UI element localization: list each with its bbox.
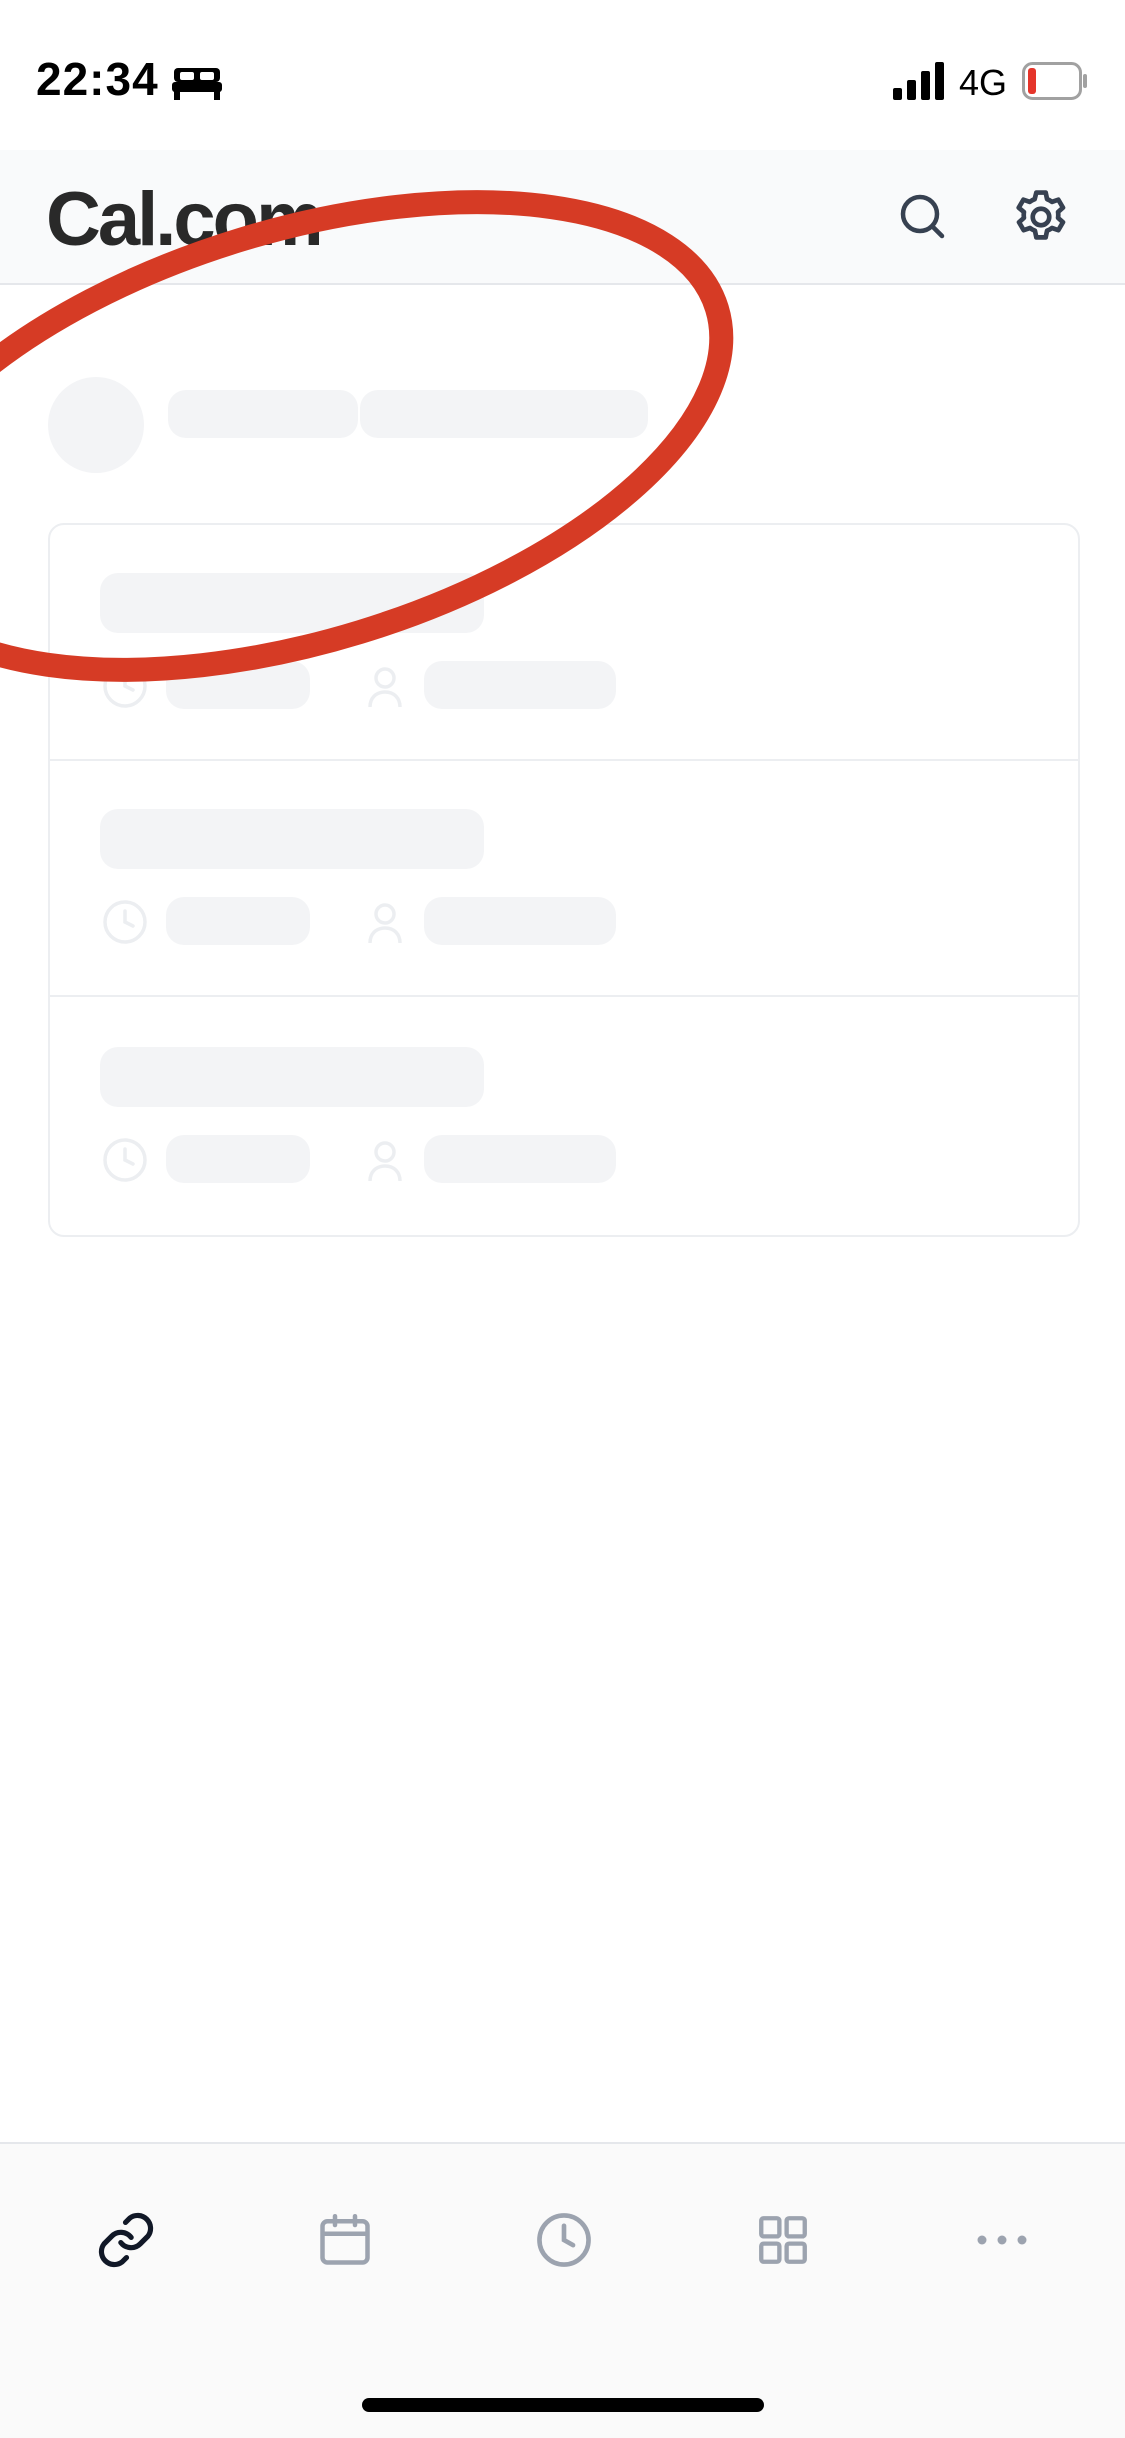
nav-event-types[interactable] <box>78 2192 174 2288</box>
title-skeleton <box>100 1047 484 1107</box>
attendee-skeleton <box>424 1135 616 1183</box>
nav-more[interactable] <box>954 2192 1050 2288</box>
user-icon <box>368 667 402 708</box>
home-indicator <box>362 2398 764 2412</box>
nav-availability[interactable] <box>516 2192 612 2288</box>
nav-apps[interactable] <box>735 2192 831 2288</box>
nav-bookings[interactable] <box>297 2192 393 2288</box>
clock-icon <box>537 2213 591 2267</box>
user-icon <box>368 903 402 944</box>
status-time: 22:34 <box>36 53 159 105</box>
duration-skeleton <box>166 1135 310 1183</box>
app-header: Cal.com <box>0 150 1125 285</box>
grid-icon <box>759 2216 807 2264</box>
event-types-skeleton-card <box>48 523 1080 1237</box>
username-skeleton <box>360 390 648 438</box>
bed-icon <box>172 68 222 100</box>
battery-icon <box>1022 62 1087 100</box>
row-divider <box>50 759 1078 761</box>
search-icon <box>900 194 945 239</box>
attendee-skeleton <box>424 661 616 709</box>
clock-icon <box>103 664 147 708</box>
search-button[interactable] <box>890 184 956 250</box>
clock-icon <box>103 900 147 944</box>
calendar-icon <box>320 2214 370 2265</box>
title-skeleton <box>100 573 484 633</box>
duration-skeleton <box>166 661 310 709</box>
name-skeleton <box>168 390 358 438</box>
gear-icon <box>1016 190 1066 240</box>
status-bar: 22:34 4G <box>0 0 1125 150</box>
clock-icon <box>103 1138 147 1182</box>
duration-skeleton <box>166 897 310 945</box>
attendee-skeleton <box>424 897 616 945</box>
link-icon <box>98 2212 154 2268</box>
signal-icon <box>893 62 944 100</box>
title-skeleton <box>100 809 484 869</box>
avatar-skeleton <box>48 377 144 473</box>
bottom-nav <box>0 2142 1125 2438</box>
settings-button[interactable] <box>1008 184 1074 250</box>
app-logo: Cal.com <box>46 177 324 262</box>
user-icon <box>368 1141 402 1182</box>
more-icon <box>977 2235 1027 2245</box>
row-divider <box>50 995 1078 997</box>
network-label: 4G <box>959 62 1008 103</box>
